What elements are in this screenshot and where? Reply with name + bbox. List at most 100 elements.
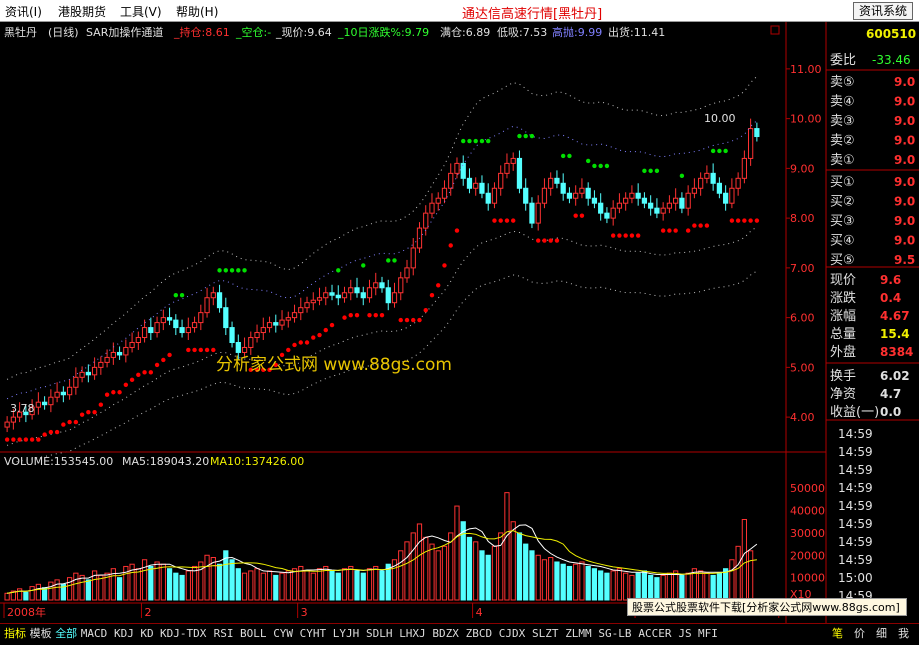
sar-dot — [154, 362, 160, 368]
volume-bar — [648, 574, 654, 601]
tab-cyht[interactable]: CYHT — [300, 626, 327, 642]
volume-bar — [191, 565, 198, 601]
candle-body — [485, 192, 491, 204]
sar-dot — [729, 218, 735, 223]
candle-body — [679, 197, 685, 209]
chart-area[interactable]: 黑牡丹 (日线) SAR加操作通道 _持仓:8.61 _空仓:- _现价:9.6… — [0, 22, 919, 623]
volume-bar — [323, 565, 329, 601]
sar-dot — [573, 213, 578, 218]
sar-dot — [61, 422, 66, 427]
sar-dot — [479, 138, 485, 144]
candle-body — [585, 187, 591, 199]
panel-tab[interactable]: 细 — [876, 626, 887, 642]
tab-cjdx[interactable]: CJDX — [499, 626, 526, 642]
maximize-icon[interactable] — [770, 25, 780, 35]
sar-dot — [111, 390, 116, 395]
tick-time: 14:59 — [838, 481, 873, 495]
candle-body — [654, 207, 660, 214]
menu-tools[interactable]: 工具(V) — [120, 3, 162, 20]
tab-mfi[interactable]: MFI — [698, 626, 718, 642]
panel-tab[interactable]: 价 — [854, 626, 865, 642]
sar-dot — [529, 133, 535, 139]
tab-accer[interactable]: ACCER — [638, 626, 671, 642]
candle-body — [573, 192, 579, 199]
tab-全部[interactable]: 全部 — [55, 626, 77, 642]
candle-body — [41, 401, 48, 406]
volume-bar — [210, 557, 216, 601]
tab-kdj[interactable]: KDJ — [114, 626, 134, 642]
candle-body — [323, 292, 329, 299]
ask-label: 卖④ — [830, 95, 855, 110]
stat2-value: 6.02 — [880, 369, 910, 383]
volume-bar — [291, 568, 298, 601]
sar-dot — [742, 218, 747, 223]
candle-body — [529, 202, 535, 224]
sar-dot — [442, 263, 447, 268]
candle-body — [604, 212, 610, 219]
download-banner[interactable]: 股票公式股票软件下载[分析家公式网www.88gs.com] — [627, 598, 907, 616]
news-system-button[interactable]: 资讯系统 — [852, 2, 913, 20]
tab-bdzx[interactable]: BDZX — [432, 626, 459, 642]
tab-模板[interactable]: 模板 — [30, 626, 52, 642]
candle-body — [754, 128, 760, 138]
tab-指标[interactable]: 指标 — [4, 626, 26, 642]
candle-body — [35, 401, 41, 408]
volume-bar — [85, 579, 91, 601]
panel-tab[interactable]: 笔 — [832, 626, 843, 642]
exit-value: 出货:11.41 — [608, 25, 665, 39]
tab-sdlh[interactable]: SDLH — [366, 626, 393, 642]
sar-dot — [504, 218, 510, 223]
tab-zbcd[interactable]: ZBCD — [466, 626, 493, 642]
volume-bar — [673, 570, 679, 601]
tab-zlmm[interactable]: ZLMM — [565, 626, 592, 642]
candle-body — [460, 162, 466, 179]
sar-dot — [679, 173, 685, 179]
tab-rsi[interactable]: RSI — [214, 626, 234, 642]
stat-value: 0.4 — [880, 291, 901, 305]
sar-dot — [398, 317, 403, 323]
price-tick-label: 5.00 — [790, 361, 815, 374]
candle-body — [716, 182, 723, 194]
tab-macd[interactable]: MACD — [81, 626, 108, 642]
menu-help[interactable]: 帮助(H) — [176, 3, 218, 20]
tab-kd[interactable]: KD — [140, 626, 153, 642]
low-annotation: 3.78 — [10, 402, 35, 415]
tab-lyjh[interactable]: LYJH — [333, 626, 360, 642]
stat2-value: 0.0 — [880, 405, 901, 419]
sar-dot — [592, 163, 597, 169]
volume-bar — [179, 574, 185, 601]
stat-label: 涨跌 — [830, 290, 856, 306]
tab-js[interactable]: JS — [678, 626, 691, 642]
tab-kdj-tdx[interactable]: KDJ-TDX — [160, 626, 206, 642]
candle-body — [229, 327, 235, 344]
sar-dot — [698, 223, 703, 228]
candle-body — [316, 297, 323, 301]
sar-dot — [673, 228, 678, 233]
panel-tab[interactable]: 我 — [898, 626, 909, 642]
tab-lhxj[interactable]: LHXJ — [399, 626, 426, 642]
volume-bar — [629, 574, 635, 601]
volume-bar — [748, 550, 754, 601]
menu-hk-futures[interactable]: 港股期货 — [58, 3, 106, 20]
volume-bar — [523, 543, 529, 601]
tab-sg-lb[interactable]: SG-LB — [598, 626, 631, 642]
stat-label: 外盘 — [830, 344, 856, 360]
price-tick-label: 7.00 — [790, 262, 815, 275]
volume-bar — [723, 568, 729, 601]
tab-boll[interactable]: BOLL — [240, 626, 267, 642]
tab-slzt[interactable]: SLZT — [532, 626, 559, 642]
candle-body — [704, 172, 710, 179]
volume-bar — [248, 570, 254, 601]
volume-bar — [548, 557, 554, 601]
sar-dot — [36, 437, 41, 442]
volume-bar — [729, 559, 735, 601]
volume-bar — [741, 518, 748, 601]
sar-dot — [486, 138, 491, 144]
sar-dot — [423, 307, 428, 313]
candle-body — [410, 247, 416, 269]
tab-cyw[interactable]: CYW — [273, 626, 293, 642]
menu-info[interactable]: 资讯(I) — [5, 3, 42, 20]
candle-body — [104, 356, 110, 363]
volume-bar — [535, 554, 541, 601]
volume-label: VOLUME:153545.00 — [4, 455, 113, 468]
